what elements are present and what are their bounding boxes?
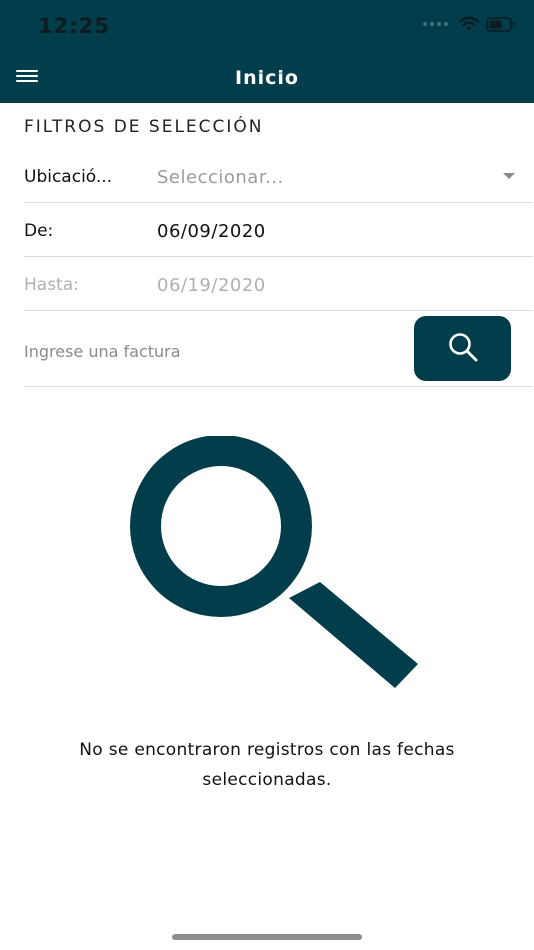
location-label: Ubicació...	[24, 167, 113, 187]
location-placeholder: Seleccionar...	[157, 167, 284, 188]
empty-state-message: No se encontraron registros con las fech…	[79, 740, 455, 790]
location-select[interactable]: Ubicació... Seleccionar...	[24, 149, 533, 203]
battery-icon	[486, 16, 516, 32]
screen: 12:25 Inicio FILTROS DE SELECCIÓN Ubicac…	[0, 0, 534, 950]
date-from-field[interactable]: De: 06/09/2020	[24, 203, 533, 257]
date-from-value: 06/09/2020	[157, 221, 266, 242]
status-time: 12:25	[38, 14, 110, 38]
status-icons	[423, 16, 516, 32]
filters-section-title: FILTROS DE SELECCIÓN	[24, 117, 264, 137]
signal-icon	[423, 22, 448, 26]
date-to-label: Hasta:	[24, 275, 79, 295]
app-header: 12:25 Inicio	[0, 0, 534, 103]
invoice-search-row	[24, 311, 533, 387]
page-title: Inicio	[235, 67, 299, 89]
date-from-label: De:	[24, 221, 54, 241]
chevron-down-icon	[503, 173, 515, 179]
invoice-input[interactable]	[24, 337, 394, 365]
empty-state-magnifier-icon	[113, 435, 423, 696]
search-button[interactable]	[414, 316, 511, 381]
wifi-icon	[458, 16, 480, 32]
date-to-field[interactable]: Hasta: 06/19/2020	[24, 257, 533, 311]
search-icon	[447, 331, 479, 366]
date-to-value: 06/19/2020	[157, 275, 266, 296]
home-indicator[interactable]	[172, 934, 362, 940]
